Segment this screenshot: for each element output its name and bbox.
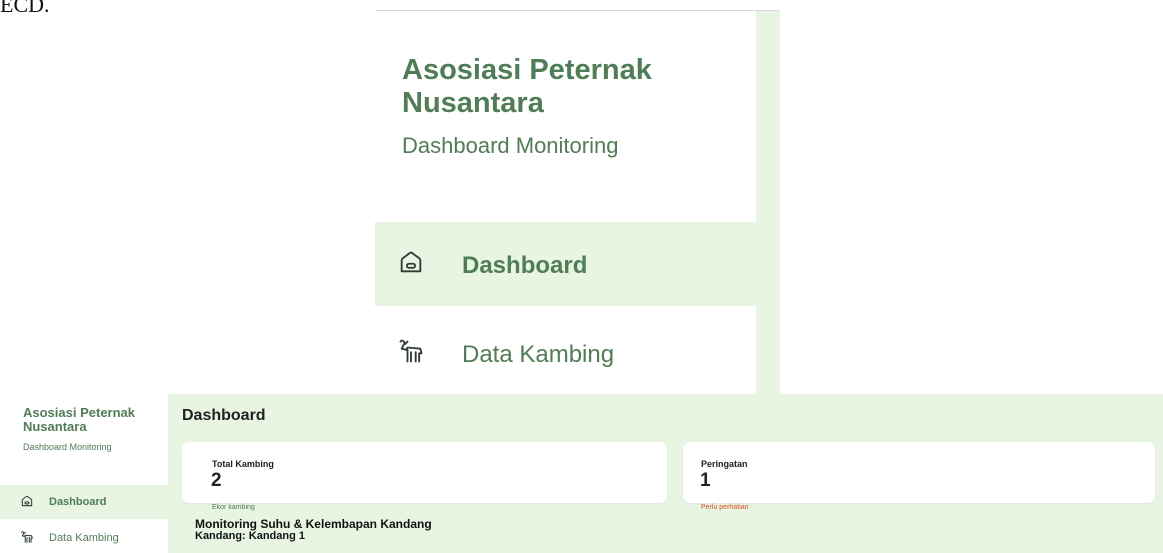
zoomed-sidebar-panel: Asosiasi Peternak Nusantara Dashboard Mo… bbox=[375, 11, 756, 394]
zoomed-app-title: Asosiasi Peternak Nusantara bbox=[402, 54, 652, 119]
zoomed-nav-item-dashboard[interactable]: Dashboard bbox=[375, 222, 756, 306]
sidebar: Asosiasi Peternak Nusantara Dashboard Mo… bbox=[0, 394, 168, 553]
zoomed-sidebar-preview: Asosiasi Peternak Nusantara Dashboard Mo… bbox=[375, 0, 780, 394]
page-title: Dashboard bbox=[182, 407, 266, 424]
home-icon bbox=[400, 251, 422, 273]
zoomed-nav-label: Data Kambing bbox=[462, 341, 615, 368]
stat-card-peringatan: Peringatan 1 bbox=[683, 442, 1155, 503]
stat-value: 2 bbox=[211, 470, 222, 491]
section-subtitle: Kandang: Kandang 1 bbox=[195, 530, 306, 542]
app-subtitle: Dashboard Monitoring bbox=[23, 442, 112, 452]
main-content: Dashboard Total Kambing 2 Ekor kambing P… bbox=[168, 394, 1163, 553]
app-title: Asosiasi Peternak Nusantara bbox=[23, 405, 136, 434]
goat-icon bbox=[21, 531, 33, 543]
corner-text: ECD. bbox=[0, 0, 50, 17]
stat-card-total-kambing: Total Kambing 2 bbox=[182, 442, 667, 503]
zoomed-nav-item-data-kambing[interactable]: Data Kambing bbox=[375, 311, 756, 395]
sidebar-item-data-kambing[interactable]: Data Kambing bbox=[0, 524, 168, 553]
zoomed-app-subtitle: Dashboard Monitoring bbox=[402, 133, 619, 158]
stat-label: Total Kambing bbox=[212, 459, 274, 469]
zoomed-main-edge bbox=[756, 11, 780, 394]
app-window: Asosiasi Peternak Nusantara Dashboard Mo… bbox=[0, 394, 1163, 553]
goat-icon bbox=[399, 339, 423, 363]
sidebar-item-label: Data Kambing bbox=[49, 532, 119, 544]
stat-label: Peringatan bbox=[701, 459, 748, 469]
zoomed-nav-label: Dashboard bbox=[462, 252, 588, 279]
sidebar-item-dashboard[interactable]: Dashboard bbox=[0, 485, 168, 519]
stat-note: Ekor kambing bbox=[212, 504, 255, 511]
sidebar-item-label: Dashboard bbox=[49, 496, 107, 508]
warning-note: Perlu perhatian bbox=[701, 504, 749, 511]
stat-value: 1 bbox=[700, 470, 711, 491]
home-icon bbox=[21, 495, 33, 507]
